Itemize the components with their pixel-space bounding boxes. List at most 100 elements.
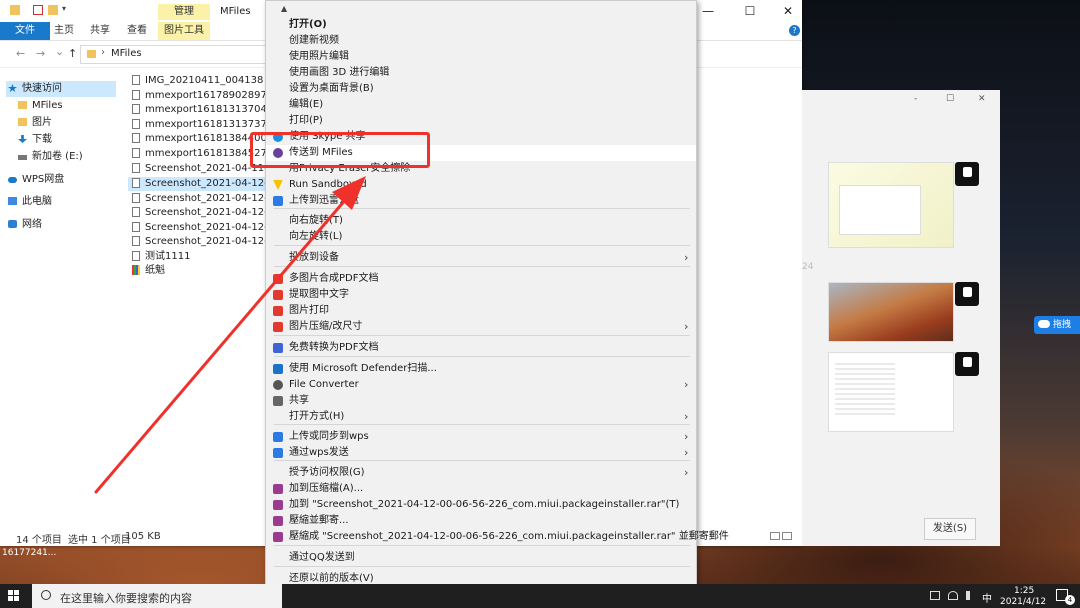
context-menu-item[interactable]: 传送到 MFiles <box>266 145 696 161</box>
context-menu-item[interactable]: 壓縮並郵寄... <box>266 513 696 529</box>
context-menu-item[interactable]: 加到 "Screenshot_2021-04-12-00-06-56-226_c… <box>266 497 696 513</box>
battery-icon[interactable] <box>930 591 940 600</box>
ime-indicator[interactable]: 中 <box>982 590 992 605</box>
context-menu-item[interactable]: 用Privacy Eraser安全擦除 <box>266 161 696 177</box>
nav-item-network[interactable]: 网络 <box>6 217 116 233</box>
image-message-thumbnail[interactable] <box>828 282 954 342</box>
list-item[interactable]: mmexport1618131370461 <box>128 103 268 117</box>
tab-share[interactable]: 共享 <box>86 22 114 40</box>
context-menu-item[interactable]: 使用照片编辑 <box>266 49 696 65</box>
context-menu-item[interactable]: 壓縮成 "Screenshot_2021-04-12-00-06-56-226_… <box>266 529 729 545</box>
context-menu-item[interactable]: 上传到迅雷云盘 <box>266 193 696 209</box>
image-message-thumbnail[interactable] <box>828 352 954 432</box>
avatar[interactable] <box>955 352 979 376</box>
wifi-icon[interactable] <box>948 591 958 600</box>
minimize-button[interactable]: - <box>914 94 917 104</box>
up-icon[interactable]: ↑ <box>68 47 77 60</box>
windows-start-icon[interactable] <box>8 590 20 602</box>
list-item[interactable]: mmexport1618138440035 <box>128 132 268 146</box>
maximize-button[interactable]: ☐ <box>946 94 954 104</box>
close-button[interactable]: ✕ <box>768 3 808 19</box>
context-menu-item[interactable]: 设置为桌面背景(B) <box>266 81 696 97</box>
context-menu-item[interactable]: 加到压缩檔(A)... <box>266 481 696 497</box>
list-item[interactable]: 纸魁 <box>128 264 268 278</box>
context-menu-item[interactable]: 通过QQ发送到 <box>266 550 696 566</box>
list-item[interactable]: mmexport1618138452731 <box>128 147 268 161</box>
nav-item-mfiles[interactable]: MFiles <box>16 98 126 114</box>
tab-home[interactable]: 主页 <box>50 22 78 40</box>
context-menu-item[interactable]: 上传或同步到wps › <box>266 429 696 445</box>
clock-time[interactable]: 1:25 <box>1014 586 1034 596</box>
context-menu-item[interactable]: File Converter › <box>266 377 696 393</box>
context-menu-item[interactable]: 共享 <box>266 393 696 409</box>
recent-locations-icon[interactable]: ⌄ <box>55 45 64 58</box>
context-menu-item[interactable]: 使用画图 3D 进行编辑 <box>266 65 696 81</box>
nav-item-this-pc[interactable]: 此电脑 <box>6 194 116 210</box>
manage-tab[interactable]: 管理 <box>158 4 210 20</box>
forward-icon[interactable]: → <box>36 47 45 60</box>
avatar[interactable] <box>955 162 979 186</box>
context-menu-item[interactable]: 提取图中文字 <box>266 287 696 303</box>
network-icon <box>8 220 17 228</box>
context-menu-item[interactable]: 图片打印 <box>266 303 696 319</box>
tab-picture-tools[interactable]: 图片工具 <box>158 22 210 40</box>
list-item[interactable]: mmexport1618131373742 <box>128 118 268 132</box>
context-menu-item[interactable]: 使用 Skype 共享 <box>266 129 696 145</box>
taskbar-search-input[interactable]: 在这里输入你要搜索的内容 <box>32 584 282 608</box>
close-button[interactable]: ✕ <box>978 94 986 104</box>
context-menu-item[interactable]: 使用 Microsoft Defender扫描... <box>266 361 696 377</box>
properties-icon[interactable] <box>33 5 43 15</box>
volume-icon[interactable] <box>966 591 976 600</box>
list-item[interactable]: Screenshot_2021-04-12-00-3 <box>128 206 268 220</box>
scroll-up-icon[interactable]: ▲ <box>281 4 287 13</box>
image-file-icon <box>132 193 140 203</box>
details-view-icon[interactable] <box>770 532 780 540</box>
maximize-button[interactable]: ☐ <box>730 3 770 19</box>
image-message-thumbnail[interactable] <box>828 162 954 248</box>
context-menu-item-label: 壓縮成 "Screenshot_2021-04-12-00-06-56-226_… <box>289 531 729 542</box>
baidu-netdisk-tab[interactable]: 拖拽 <box>1034 316 1080 334</box>
context-menu-item[interactable]: 免费转换为PDF文档 <box>266 340 696 356</box>
list-item[interactable]: mmexport1617890289746 <box>128 89 268 103</box>
nav-item-pictures[interactable]: 图片 <box>16 115 126 131</box>
context-menu-item[interactable]: 创建新视频 <box>266 33 696 49</box>
context-menu-item[interactable]: 编辑(E) <box>266 97 696 113</box>
address-input[interactable]: › MFiles <box>80 45 272 64</box>
context-menu-item[interactable]: 向左旋转(L) <box>266 229 696 245</box>
large-icons-view-icon[interactable] <box>782 532 792 540</box>
list-item-selected[interactable]: Screenshot_2021-04-12-00-0 <box>128 177 268 191</box>
context-menu-item[interactable]: 多图片合成PDF文档 <box>266 271 696 287</box>
rar-icon <box>273 516 283 526</box>
nav-item-drive-e[interactable]: 新加卷 (E:) <box>16 149 126 165</box>
list-item[interactable]: Screenshot_2021-04-12-00-5 <box>128 235 268 249</box>
new-folder-icon[interactable] <box>48 5 58 15</box>
send-button[interactable]: 发送(S) <box>924 518 976 540</box>
breadcrumb[interactable]: MFiles <box>111 48 142 59</box>
context-menu-item[interactable]: 向右旋转(T) <box>266 213 696 229</box>
tab-file[interactable]: 文件 <box>0 22 50 40</box>
avatar[interactable] <box>955 282 979 306</box>
help-icon[interactable]: ? <box>789 25 800 36</box>
context-menu-item[interactable]: 图片压缩/改尺寸 › <box>266 319 696 335</box>
chevron-down-icon[interactable]: ▾ <box>62 4 72 14</box>
list-item[interactable]: IMG_20210411_004138 <box>128 74 268 88</box>
clock-date[interactable]: 2021/4/12 <box>1000 597 1046 607</box>
list-item[interactable]: Screenshot_2021-04-12-00-3 <box>128 221 268 235</box>
context-menu-item[interactable]: 投放到设备 › <box>266 250 696 266</box>
context-menu-item[interactable]: 授予访问权限(G) › <box>266 465 696 481</box>
context-menu-item[interactable]: 打开方式(H) › <box>266 409 696 425</box>
context-menu-item[interactable]: 打开(O) <box>266 17 696 33</box>
context-menu-item[interactable]: 通过wps发送 › <box>266 445 696 461</box>
desktop-file-label[interactable]: 16177241... <box>2 548 56 558</box>
tab-view[interactable]: 查看 <box>123 22 151 40</box>
folder-icon[interactable] <box>10 5 20 15</box>
list-item[interactable]: Screenshot_2021-04-11-19-4 <box>128 162 268 176</box>
nav-item-wps-cloud[interactable]: WPS网盘 <box>6 172 116 188</box>
list-item[interactable]: 测试1111 <box>128 250 268 264</box>
nav-item-quick-access[interactable]: 快速访问 <box>6 81 116 97</box>
context-menu-item[interactable]: 打印(P) <box>266 113 696 129</box>
context-menu-item[interactable]: Run Sandboxed <box>266 177 696 193</box>
nav-item-downloads[interactable]: 下载 <box>16 132 126 148</box>
back-icon[interactable]: ← <box>16 47 25 60</box>
list-item[interactable]: Screenshot_2021-04-12-00-1 <box>128 192 268 206</box>
